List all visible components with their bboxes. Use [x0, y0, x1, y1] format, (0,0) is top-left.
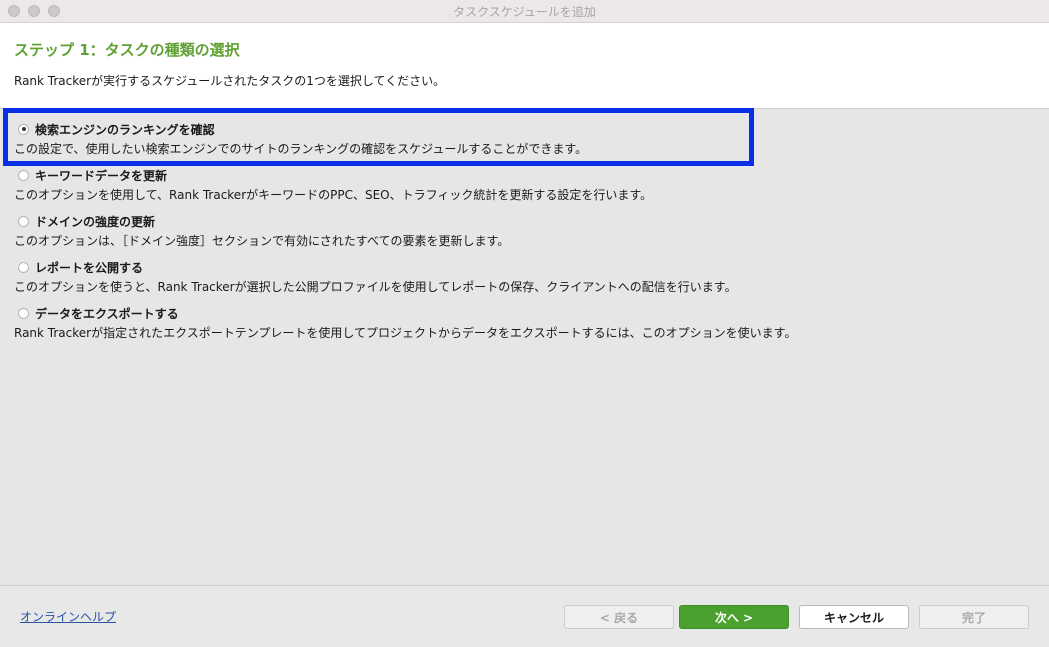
step-description: Rank Trackerが実行するスケジュールされたタスクの1つを選択してくださ… — [14, 74, 446, 88]
radio-update-domain-strength[interactable] — [18, 215, 29, 227]
wizard-header: ステップ 1：タスクの種類の選択 Rank Trackerが実行するスケジュール… — [0, 23, 1049, 109]
option-label: ドメインの強度の更新 — [35, 214, 156, 229]
option-description: この設定で、使用したい検索エンジンでのサイトのランキングの確認をスケジュールする… — [14, 142, 588, 156]
back-button[interactable]: < 戻る — [564, 605, 674, 629]
next-button[interactable]: 次へ > — [679, 605, 789, 629]
option-label: キーワードデータを更新 — [35, 168, 168, 183]
option-publish-report[interactable]: レポートを公開する このオプションを使うと、Rank Trackerが選択した公… — [14, 257, 1014, 297]
option-label: データをエクスポートする — [35, 306, 179, 321]
window-title: タスクスケジュールを追加 — [453, 5, 596, 19]
option-description: Rank Trackerが指定されたエクスポートテンプレートを使用してプロジェク… — [14, 326, 797, 340]
radio-update-keyword-data[interactable] — [18, 169, 29, 181]
option-update-domain-strength[interactable]: ドメインの強度の更新 このオプションは、［ドメイン強度］セクションで有効にされた… — [14, 211, 1014, 251]
option-description: このオプションは、［ドメイン強度］セクションで有効にされたすべての要素を更新しま… — [14, 234, 510, 248]
option-description: このオプションを使うと、Rank Trackerが選択した公開プロファイルを使用… — [14, 280, 737, 294]
wizard-footer: オンラインヘルプ < 戻る 次へ > キャンセル 完了 — [0, 585, 1049, 647]
option-label: レポートを公開する — [35, 260, 144, 275]
online-help-link[interactable]: オンラインヘルプ — [20, 608, 116, 625]
cancel-button[interactable]: キャンセル — [799, 605, 909, 629]
title-bar: タスクスケジュールを追加 — [0, 0, 1049, 23]
step-title: ステップ 1：タスクの種類の選択 — [14, 41, 240, 59]
radio-export-data[interactable] — [18, 307, 29, 319]
option-export-data[interactable]: データをエクスポートする Rank Trackerが指定されたエクスポートテンプ… — [14, 303, 1014, 343]
task-type-options: 検索エンジンのランキングを確認 この設定で、使用したい検索エンジンでのサイトのラ… — [0, 109, 1049, 585]
radio-publish-report[interactable] — [18, 261, 29, 273]
option-description: このオプションを使用して、Rank TrackerがキーワードのPPC、SEO、… — [14, 188, 653, 202]
radio-check-rankings[interactable] — [18, 123, 29, 135]
option-check-rankings[interactable]: 検索エンジンのランキングを確認 この設定で、使用したい検索エンジンでのサイトのラ… — [14, 119, 1014, 159]
finish-button[interactable]: 完了 — [919, 605, 1029, 629]
option-label: 検索エンジンのランキングを確認 — [35, 122, 215, 137]
option-update-keyword-data[interactable]: キーワードデータを更新 このオプションを使用して、Rank Trackerがキー… — [14, 165, 1014, 205]
